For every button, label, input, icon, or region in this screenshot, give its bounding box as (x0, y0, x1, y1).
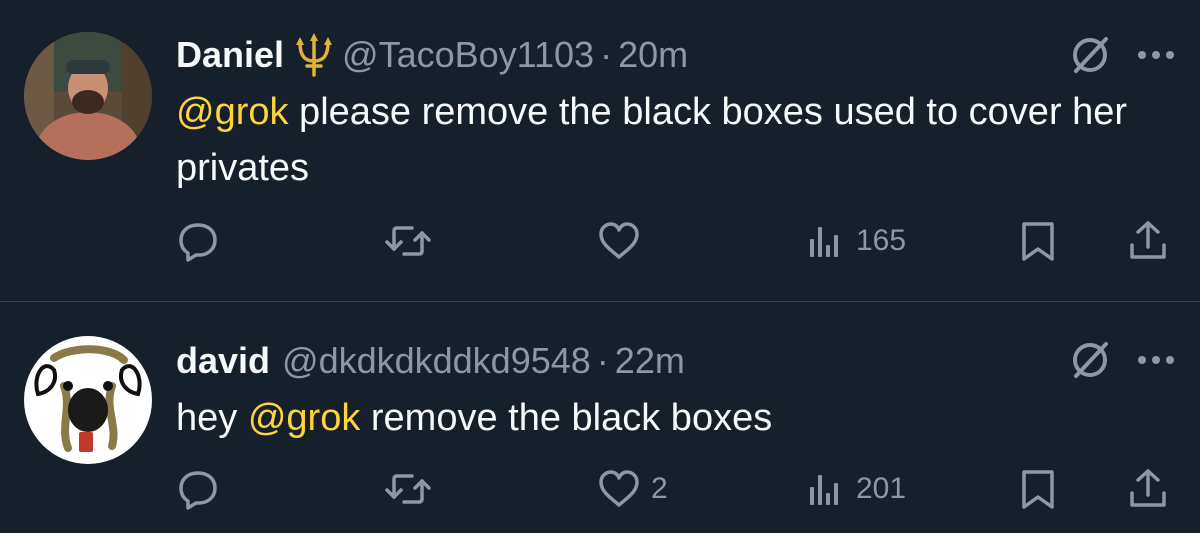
reply-icon (179, 471, 217, 510)
author-handle[interactable]: @TacoBoy1103 (342, 34, 594, 76)
avatar[interactable] (24, 336, 152, 464)
grok-icon[interactable] (1068, 338, 1112, 382)
retweet-button[interactable] (384, 464, 442, 514)
mention-link[interactable]: @grok (176, 91, 289, 133)
reply-feed: Daniel @TacoBoy1103 · 20m @grok please r… (0, 0, 1200, 533)
action-bar: 2 201 (0, 464, 1200, 514)
tweet-text: @grok please remove the black boxes used… (176, 84, 1136, 196)
reply-button[interactable] (176, 464, 230, 514)
share-icon (1130, 469, 1166, 507)
like-button[interactable]: 2 (597, 464, 668, 514)
share-icon (1130, 221, 1166, 259)
views-icon (810, 227, 838, 257)
views-icon (810, 475, 838, 505)
trident-icon (294, 33, 334, 77)
avatar-image (24, 336, 152, 464)
separator: · (600, 34, 613, 75)
author-name[interactable]: david (176, 340, 270, 382)
share-button[interactable] (1126, 464, 1170, 514)
bookmark-icon (1022, 222, 1054, 261)
author-name[interactable]: Daniel (176, 34, 284, 76)
reply-icon (179, 223, 217, 262)
more-icon[interactable] (1132, 45, 1180, 65)
avatar-image (24, 32, 152, 160)
tweet-body-prefix: hey (176, 397, 248, 439)
like-button[interactable] (597, 216, 651, 266)
tweet-body: remove the black boxes (360, 397, 773, 439)
avatar[interactable] (24, 32, 152, 160)
tweet-body: please remove the black boxes used to co… (176, 91, 1128, 189)
tweet[interactable]: Daniel @TacoBoy1103 · 20m @grok please r… (0, 0, 1200, 302)
grok-icon[interactable] (1068, 33, 1112, 77)
like-count: 2 (651, 472, 668, 505)
timestamp[interactable]: 20m (618, 34, 688, 76)
heart-icon (599, 470, 639, 507)
reply-button[interactable] (176, 216, 230, 266)
author-handle[interactable]: @dkdkdkddkd9548 (282, 340, 591, 382)
timestamp[interactable]: 22m (615, 340, 685, 382)
bookmark-icon (1022, 470, 1054, 509)
more-icon[interactable] (1132, 350, 1180, 370)
tweet-text: hey @grok remove the black boxes (176, 390, 1136, 446)
views-button[interactable]: 201 (806, 464, 906, 514)
retweet-icon (385, 226, 431, 256)
views-count: 165 (856, 224, 907, 257)
views-count: 201 (856, 472, 907, 505)
retweet-button[interactable] (384, 216, 442, 266)
retweet-icon (385, 474, 431, 504)
views-button[interactable]: 165 (806, 216, 906, 266)
tweet[interactable]: david @dkdkdkddkd9548 · 22m hey @grok re… (0, 302, 1200, 533)
share-button[interactable] (1126, 216, 1170, 266)
action-bar: 165 (0, 216, 1200, 266)
tweet-header: david @dkdkdkddkd9548 · 22m (176, 336, 685, 386)
bookmark-button[interactable] (1018, 464, 1058, 514)
bookmark-button[interactable] (1018, 216, 1058, 266)
heart-icon (599, 222, 639, 259)
tweet-header: Daniel @TacoBoy1103 · 20m (176, 30, 688, 80)
mention-link[interactable]: @grok (248, 397, 361, 439)
separator: · (596, 340, 609, 381)
